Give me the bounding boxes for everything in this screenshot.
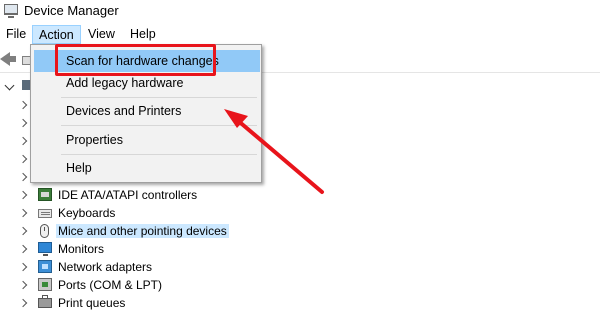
annotation-arrow-icon <box>224 109 324 194</box>
